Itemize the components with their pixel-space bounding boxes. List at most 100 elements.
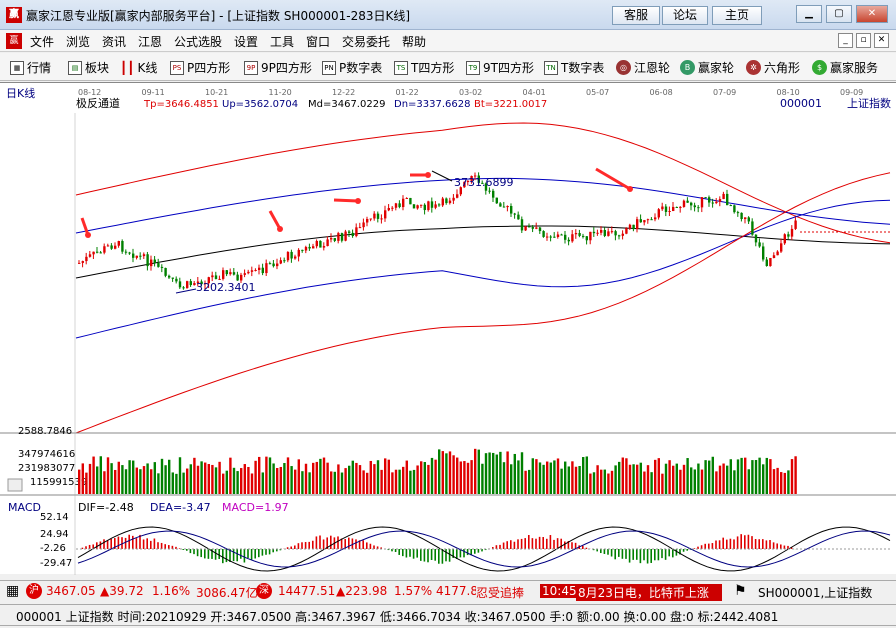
menu-formula[interactable]: 公式选股 <box>174 33 222 50</box>
candle-body <box>628 224 632 229</box>
toolbar-t-square[interactable]: TS T四方形 <box>394 59 454 76</box>
candle-body <box>790 228 794 237</box>
macd-bar <box>675 549 678 556</box>
macd-bar <box>200 549 202 558</box>
macd-bar <box>157 542 159 549</box>
menu-info[interactable]: 资讯 <box>102 33 126 50</box>
volume-bar <box>88 463 92 494</box>
macd-bar <box>549 535 552 549</box>
candle-body <box>294 256 297 259</box>
menu-browse[interactable]: 浏览 <box>66 33 90 50</box>
maximize-icon[interactable]: ▢ <box>826 5 852 23</box>
signal-arrow-head <box>355 198 361 204</box>
volume-bar <box>254 460 257 494</box>
candle-body <box>708 197 711 203</box>
volume-bar <box>751 460 754 494</box>
macd-bar <box>434 549 436 561</box>
macd-bar <box>225 549 228 563</box>
candle-body <box>124 251 128 253</box>
toolbar-winner-wheel[interactable]: B 赢家轮 <box>680 59 734 76</box>
macd-bar <box>664 549 667 560</box>
volume-bar <box>679 469 682 494</box>
candle-body <box>218 278 221 280</box>
toolbar-t-table[interactable]: TN T数字表 <box>544 59 604 76</box>
volume-bar <box>412 469 416 494</box>
toolbar-quotes[interactable]: ▦ 行情 <box>10 59 51 76</box>
menu-settings[interactable]: 设置 <box>234 33 258 50</box>
menu-window[interactable]: 窗口 <box>306 33 330 50</box>
candle-body <box>639 219 642 223</box>
home-button[interactable]: 主页 <box>712 6 762 25</box>
macd-value: MACD=1.97 <box>222 501 289 514</box>
macd-bar <box>614 549 616 560</box>
macd-bar <box>268 549 271 555</box>
volume-bar <box>506 451 509 494</box>
volume-bar <box>787 470 790 494</box>
child-minimize-icon[interactable]: _ <box>838 33 853 48</box>
minimize-icon[interactable]: ▁ <box>796 5 822 23</box>
macd-bar <box>517 539 519 549</box>
macd-histogram <box>76 526 891 572</box>
chart-panel[interactable]: 日K线 000001 上证指数 极反通道 Tp=3646.4851 Up=356… <box>0 82 896 575</box>
macd-bar <box>164 544 166 549</box>
candle-body <box>121 241 124 252</box>
collapse-arrow-icon[interactable] <box>7 478 23 492</box>
macd-bar <box>708 543 710 549</box>
child-restore-icon[interactable]: ▫ <box>856 33 871 48</box>
close-icon[interactable]: ✕ <box>856 5 888 23</box>
menu-file[interactable]: 文件 <box>30 33 54 50</box>
menu-help[interactable]: 帮助 <box>402 33 426 50</box>
volume-bar <box>243 464 246 494</box>
volume-bar <box>78 469 81 494</box>
forum-button[interactable]: 论坛 <box>662 6 708 25</box>
toolbar-hexagon[interactable]: ✲ 六角形 <box>746 59 800 76</box>
volume-bar <box>204 462 207 494</box>
toolbar-service[interactable]: $ 赢家服务 <box>812 59 878 76</box>
candle-body <box>452 197 455 201</box>
news-time: 10:45 <box>540 584 579 598</box>
candle-body <box>603 229 606 236</box>
child-close-icon[interactable]: ✕ <box>874 33 889 48</box>
window-title: 赢家江恩专业版[赢家内部服务平台] - [上证指数 SH000001-283日K… <box>26 9 411 23</box>
candle-body <box>441 198 444 206</box>
volume-bar <box>153 462 156 494</box>
menu-gann[interactable]: 江恩 <box>138 33 162 50</box>
macd-bar <box>776 543 778 549</box>
calculator-icon[interactable]: ▦ <box>6 583 19 599</box>
scroll-text: 忍受追捧 <box>476 586 525 600</box>
date-tick: 07-09 <box>713 88 736 97</box>
news-text[interactable]: 8月23日电，比特币上涨 <box>576 584 722 601</box>
sh-icon: 沪 <box>26 583 42 599</box>
volume-bar <box>582 457 585 494</box>
toolbar-sectors[interactable]: ▤ 板块 <box>68 59 109 76</box>
toolbar-gann-wheel[interactable]: ◎ 江恩轮 <box>616 59 670 76</box>
macd-bar <box>726 539 728 549</box>
volume-bar <box>780 472 783 494</box>
toolbar-kline[interactable]: ┃┃ K线 <box>120 59 157 76</box>
toolbar-9t-square[interactable]: T9 9T四方形 <box>466 59 534 76</box>
service-button[interactable]: 客服 <box>612 6 660 25</box>
macd-bar <box>222 549 224 564</box>
candle-body <box>358 227 362 229</box>
toolbar-p-table[interactable]: PN P数字表 <box>322 59 382 76</box>
menu-trade[interactable]: 交易委托 <box>342 33 390 50</box>
wheel-icon: ◎ <box>616 60 631 75</box>
volume-bar <box>405 460 408 494</box>
candle-body <box>722 193 725 200</box>
macd-bar <box>607 549 609 555</box>
signal-arrow <box>268 210 282 230</box>
kline-chart: 日K线 000001 上证指数 极反通道 Tp=3646.4851 Up=356… <box>0 86 896 575</box>
macd-bar <box>733 539 735 549</box>
candle-body <box>520 219 524 231</box>
ticker-symbol: SH000001,上证指数 <box>758 586 873 600</box>
volume-bar <box>607 473 610 494</box>
macd-bar <box>740 534 742 549</box>
toolbar-9p-square[interactable]: 9P 9P四方形 <box>244 59 312 76</box>
menu-tools[interactable]: 工具 <box>270 33 294 50</box>
toolbar-p-square[interactable]: PS P四方形 <box>170 59 230 76</box>
volume-bar <box>290 466 293 494</box>
candle-body <box>697 207 700 209</box>
volume-bar <box>542 464 545 494</box>
macd-bar <box>686 549 688 551</box>
candle-body <box>542 231 545 237</box>
